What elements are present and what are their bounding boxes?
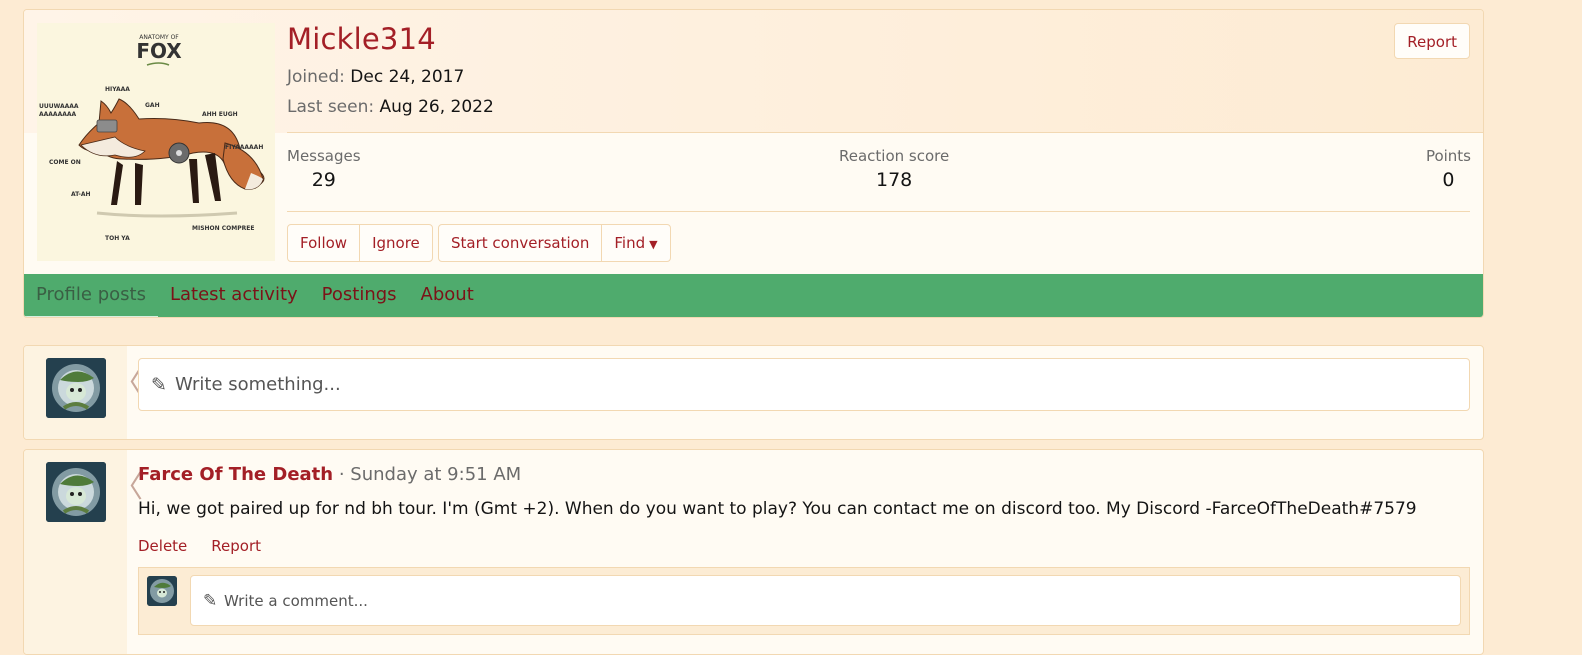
follow-button[interactable]: Follow [288, 225, 359, 261]
last-seen-date: Aug 26, 2022 [379, 97, 494, 117]
profile-tabs: Profile posts Latest activity Postings A… [24, 274, 1483, 317]
tab-profile-posts[interactable]: Profile posts [24, 274, 158, 317]
joined-date: Dec 24, 2017 [350, 67, 465, 87]
stat-value[interactable]: 178 [839, 169, 949, 191]
avatar-label: AT-AH [71, 191, 91, 198]
stat-label: Reaction score [839, 147, 950, 165]
avatar-label: TOH YA [105, 235, 130, 242]
joined-line: Joined: Dec 24, 2017 [287, 67, 464, 87]
pencil-icon: ✎ [151, 374, 167, 396]
report-post-link[interactable]: Report [211, 537, 261, 555]
post-author-link[interactable]: Farce Of The Death [138, 464, 333, 485]
stat-messages: Messages 29 [287, 147, 361, 191]
avatar-label: HIYAAA [105, 86, 130, 93]
start-conversation-button[interactable]: Start conversation [439, 225, 601, 261]
avatar-title-big: FOX [136, 39, 182, 63]
divider [287, 132, 1483, 133]
follow-ignore-group: Follow Ignore [287, 224, 433, 262]
divider [287, 211, 1470, 212]
avatar-label: GAH [145, 102, 160, 109]
find-label: Find [614, 234, 646, 252]
caret-down-icon: ▼ [649, 238, 658, 251]
profile-header: ANATOMY OF FOX HIYAAA UUUWAAAA AAAAAAAA … [23, 9, 1484, 318]
post-timestamp[interactable]: Sunday at 9:51 AM [350, 464, 521, 485]
write-something-input[interactable]: ✎ Write something... [138, 358, 1470, 411]
stat-points: Points 0 [1426, 147, 1471, 191]
pencil-icon: ✎ [203, 591, 218, 611]
write-comment-placeholder: Write a comment... [224, 592, 368, 610]
comment-area: ✎ Write a comment... [138, 567, 1470, 635]
avatar-label: AHH EUGH [202, 111, 238, 118]
avatar-label: MISHON COMPREE [192, 225, 254, 232]
avatar-image [46, 358, 106, 418]
joined-label: Joined: [287, 67, 345, 87]
last-seen-line: Last seen: Aug 26, 2022 [287, 97, 494, 117]
conversation-find-group: Start conversation Find ▼ [438, 224, 671, 262]
tab-postings[interactable]: Postings [310, 274, 409, 317]
avatar-image [46, 462, 106, 522]
report-profile-button[interactable]: Report [1394, 23, 1470, 59]
stat-value[interactable]: 0 [1426, 169, 1471, 191]
avatar-label: COME ON [49, 159, 81, 166]
last-seen-label: Last seen: [287, 97, 375, 117]
find-button[interactable]: Find ▼ [601, 225, 669, 261]
tab-latest-activity[interactable]: Latest activity [158, 274, 310, 317]
stat-value[interactable]: 29 [287, 169, 361, 191]
comment-user-avatar[interactable] [147, 576, 177, 606]
stat-reaction-score: Reaction score 178 [839, 147, 949, 191]
write-something-placeholder: Write something... [175, 374, 341, 395]
post-header: Farce Of The Death · Sunday at 9:51 AM [138, 464, 521, 485]
fox-anatomy-illustration: ANATOMY OF FOX HIYAAA UUUWAAAA AAAAAAAA … [37, 23, 275, 261]
avatar-label: FIYAAAAAH [225, 144, 263, 151]
avatar-image [147, 576, 177, 606]
ignore-button[interactable]: Ignore [359, 225, 432, 261]
profile-avatar[interactable]: ANATOMY OF FOX HIYAAA UUUWAAAA AAAAAAAA … [37, 23, 275, 261]
delete-post-link[interactable]: Delete [138, 537, 187, 555]
post-separator: · [338, 464, 345, 485]
post-author-avatar[interactable] [46, 462, 106, 522]
profile-post: 〈 Farce Of The Death · Sunday at 9:51 AM… [23, 449, 1484, 655]
avatar-label: AAAAAAAA [39, 111, 77, 118]
post-actions: Delete Report [138, 537, 261, 555]
tab-about[interactable]: About [409, 274, 486, 317]
stat-label: Messages [287, 147, 361, 165]
avatar-label: UUUWAAAA [39, 103, 79, 110]
post-message: Hi, we got paired up for nd bh tour. I'm… [138, 499, 1417, 519]
stat-label: Points [1425, 147, 1471, 165]
profile-post-composer: 〈 ✎ Write something... [23, 345, 1484, 440]
profile-username[interactable]: Mickle314 [287, 22, 436, 56]
current-user-avatar[interactable] [46, 358, 106, 418]
write-comment-input[interactable]: ✎ Write a comment... [190, 575, 1461, 626]
